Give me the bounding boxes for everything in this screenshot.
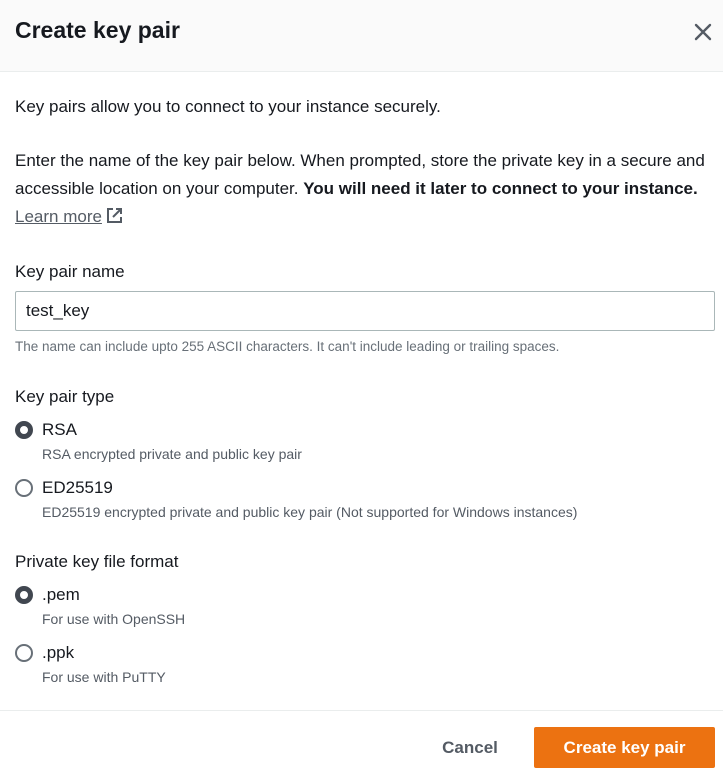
dialog-header: Create key pair <box>0 0 723 72</box>
radio-button-ed25519[interactable] <box>15 479 33 497</box>
radio-label-ed25519: ED25519 <box>42 478 113 497</box>
cancel-button[interactable]: Cancel <box>425 729 515 767</box>
key-pair-type-label: Key pair type <box>15 387 115 406</box>
key-pair-name-label: Key pair name <box>15 262 125 281</box>
create-key-pair-dialog: Create key pair Key pairs allow you to c… <box>0 0 723 777</box>
radio-button-rsa[interactable] <box>15 421 33 439</box>
radio-description-pem: For use with OpenSSH <box>42 611 186 627</box>
footer-divider <box>0 710 723 711</box>
description-bold: You will need it later to connect to you… <box>303 179 698 198</box>
radio-button-pem[interactable] <box>15 586 33 604</box>
description-text: Enter the name of the key pair below. Wh… <box>15 147 710 231</box>
radio-description-ed25519: ED25519 encrypted private and public key… <box>42 504 578 520</box>
radio-button-ppk[interactable] <box>15 644 33 662</box>
create-key-pair-button[interactable]: Create key pair <box>534 727 715 768</box>
radio-description-ppk: For use with PuTTY <box>42 669 166 685</box>
radio-description-rsa: RSA encrypted private and public key pai… <box>42 446 302 462</box>
radio-label-rsa: RSA <box>42 420 77 439</box>
intro-text: Key pairs allow you to connect to your i… <box>15 97 441 116</box>
learn-more-label: Learn more <box>15 207 102 226</box>
file-format-label: Private key file format <box>15 552 179 571</box>
key-pair-name-hint: The name can include upto 255 ASCII char… <box>15 339 560 354</box>
close-button[interactable] <box>690 19 716 45</box>
radio-label-ppk: .ppk <box>42 643 75 662</box>
close-icon <box>694 23 712 41</box>
dialog-title: Create key pair <box>15 17 180 43</box>
key-pair-name-input[interactable] <box>15 291 715 331</box>
radio-label-pem: .pem <box>42 585 80 604</box>
learn-more-link[interactable]: Learn more <box>15 207 123 226</box>
external-link-icon <box>106 208 122 223</box>
